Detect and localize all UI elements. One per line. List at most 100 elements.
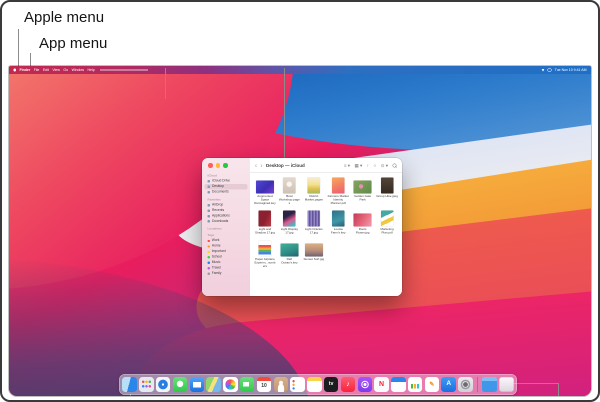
menu-bar-content: Finder File Edit View Go Window Help Tue Nov 1… — [9, 66, 591, 74]
dock-icon[interactable] — [407, 377, 423, 392]
dock-icon[interactable]: ✎ — [424, 377, 440, 392]
dock-icon[interactable] — [477, 377, 479, 392]
app-menus: Finder File Edit View Go Window Help — [20, 68, 95, 72]
toolbar-content: ‹ › Desktop — iCloud ≡ ▾ ▦ ▾ ↑ ○ ⊙ ▾ — [250, 158, 402, 173]
sidebar-item-label: Desktop — [212, 184, 225, 188]
file-item[interactable]: Marketing Plan.pdf — [376, 210, 398, 235]
sidebar-item[interactable]: Family — [205, 271, 248, 276]
sidebar-item-label: Important — [211, 249, 226, 254]
file-item[interactable]: Louisa Farm's.key — [327, 210, 349, 235]
dock-icon[interactable] — [499, 377, 514, 392]
file-thumbnail-wrap — [353, 210, 372, 227]
file-item[interactable]: Golden Gate Park — [352, 177, 374, 205]
toolbar-icon[interactable]: ⊙ ▾ — [381, 163, 388, 168]
zoom-button[interactable] — [223, 163, 228, 168]
file-name: Group Hike.jpeg — [376, 195, 398, 198]
back-button[interactable]: ‹ — [255, 163, 257, 169]
dock-icon[interactable] — [155, 377, 171, 392]
file-item[interactable]: Light and Shadow 17.jpg — [254, 210, 276, 235]
file-name: Light Oracles 17.jpg — [304, 228, 323, 235]
dock-icon[interactable] — [273, 377, 289, 392]
close-button[interactable] — [208, 163, 213, 168]
dock-icon[interactable] — [172, 377, 188, 392]
app-menu-item[interactable]: Go — [63, 68, 68, 72]
apple-menu[interactable] — [13, 68, 16, 72]
app-menu-item[interactable]: Finder — [20, 68, 31, 72]
sidebar-item-label: Travel — [211, 266, 221, 270]
app-menu-item[interactable]: Edit — [43, 68, 49, 72]
dock-icon[interactable] — [391, 377, 406, 392]
sidebar-item-label: Documents — [212, 189, 229, 194]
file-item[interactable]: Roots Flower.jpg — [352, 210, 374, 235]
dock-icon[interactable]: tv — [323, 377, 339, 392]
file-item[interactable]: Group Hike.jpeg — [376, 177, 398, 205]
finder-sidebar: iCloud iCloud Drive Desktop Documents Fa… — [202, 158, 250, 296]
file-grid-area: Augmented Space Reimagined.key Bowl Work… — [250, 173, 402, 296]
dock-icon[interactable] — [239, 377, 255, 392]
dock-icon[interactable] — [307, 377, 322, 392]
toolbar-icons: ≡ ▾ ▦ ▾ ↑ ○ ⊙ ▾ — [344, 163, 397, 168]
toolbar-icon[interactable]: ○ — [374, 163, 377, 168]
toolbar-icon[interactable]: ↑ — [367, 163, 369, 168]
toolbar-icon[interactable]: ▦ ▾ — [354, 163, 362, 168]
sidebar-item[interactable]: Recents — [205, 208, 248, 213]
dock-icon[interactable] — [122, 377, 137, 392]
toolbar-icon[interactable]: ≡ ▾ — [344, 163, 350, 168]
app-menu-item[interactable]: Help — [88, 68, 95, 72]
file-thumbnail-wrap — [255, 177, 274, 194]
menu-bar-clock[interactable]: Tue Nov 10 9:41 AM — [555, 68, 587, 72]
sidebar-item-label: Home — [211, 244, 221, 248]
dock-icon[interactable]: N — [374, 377, 389, 392]
file-item[interactable]: Paper Airplane Experim...numbers — [254, 240, 276, 268]
dock-icon[interactable] — [482, 377, 497, 392]
sidebar-section: Locations — [202, 228, 250, 231]
file-thumbnail — [380, 177, 394, 194]
dock-icon[interactable]: A — [441, 377, 456, 392]
app-menu-annotation: App menu — [39, 35, 108, 52]
file-name: Golden Gate Park — [354, 195, 372, 202]
app-menu-item[interactable]: File — [34, 68, 40, 72]
file-thumbnail — [280, 243, 299, 257]
dock-icon[interactable]: ♪ — [340, 377, 356, 392]
file-item[interactable]: Raft Ocean's.key — [278, 240, 300, 268]
minimize-button[interactable] — [215, 163, 220, 168]
sidebar-item[interactable]: Downloads — [205, 219, 248, 224]
dock-icon[interactable] — [223, 377, 238, 392]
sidebar-item-label: Work — [211, 238, 220, 243]
sidebar-section: iCloud iCloud Drive Desktop Documents — [202, 175, 250, 195]
file-name: Roots Flower.jpg — [355, 228, 370, 235]
sidebar-item-icon — [207, 267, 210, 270]
callout-line-menubar — [165, 68, 166, 99]
forward-button[interactable]: › — [261, 163, 263, 169]
wifi-icon[interactable] — [541, 68, 545, 72]
sidebar-item[interactable]: Documents — [205, 189, 248, 194]
dock-icon[interactable] — [458, 377, 473, 392]
sidebar-item[interactable]: Applications — [205, 213, 248, 218]
file-item[interactable]: Farmers Market Identity Planner.pdf — [327, 177, 349, 205]
toolbar-icon[interactable] — [392, 163, 398, 168]
sidebar-item-icon — [207, 250, 210, 253]
file-thumbnail — [304, 243, 323, 257]
file-thumbnail — [353, 180, 372, 194]
file-item[interactable]: Augmented Space Reimagined.key — [254, 177, 276, 205]
sidebar-item-icon — [207, 261, 210, 264]
sidebar-item-icon — [207, 214, 210, 218]
file-item[interactable]: District Market.pages — [303, 177, 325, 205]
control-center-icon[interactable] — [547, 68, 552, 72]
dock-icon[interactable] — [206, 377, 221, 392]
dock-icon[interactable] — [189, 377, 205, 392]
dock-icon[interactable]: 10 — [256, 377, 272, 392]
dock-icon[interactable] — [357, 377, 372, 392]
file-item[interactable]: Sunset Surf.jpg — [303, 240, 325, 268]
dock-icon[interactable] — [139, 377, 154, 392]
file-item[interactable]: Light Oracles 17.jpg — [303, 210, 325, 235]
sidebar-section-header: Locations — [207, 227, 222, 231]
finder-window: iCloud iCloud Drive Desktop Documents Fa… — [202, 158, 402, 296]
file-item[interactable]: Light Display 17.jpg — [278, 210, 300, 235]
app-menu-item[interactable]: View — [52, 68, 60, 72]
file-thumbnail-wrap — [283, 210, 296, 227]
dock-icon[interactable] — [290, 377, 305, 392]
file-item[interactable]: Bowl Workshop.pages — [278, 177, 300, 205]
app-menu-item[interactable]: Window — [72, 68, 84, 72]
finder-main: ‹ › Desktop — iCloud ≡ ▾ ▦ ▾ ↑ ○ ⊙ ▾ Aug… — [250, 158, 402, 296]
